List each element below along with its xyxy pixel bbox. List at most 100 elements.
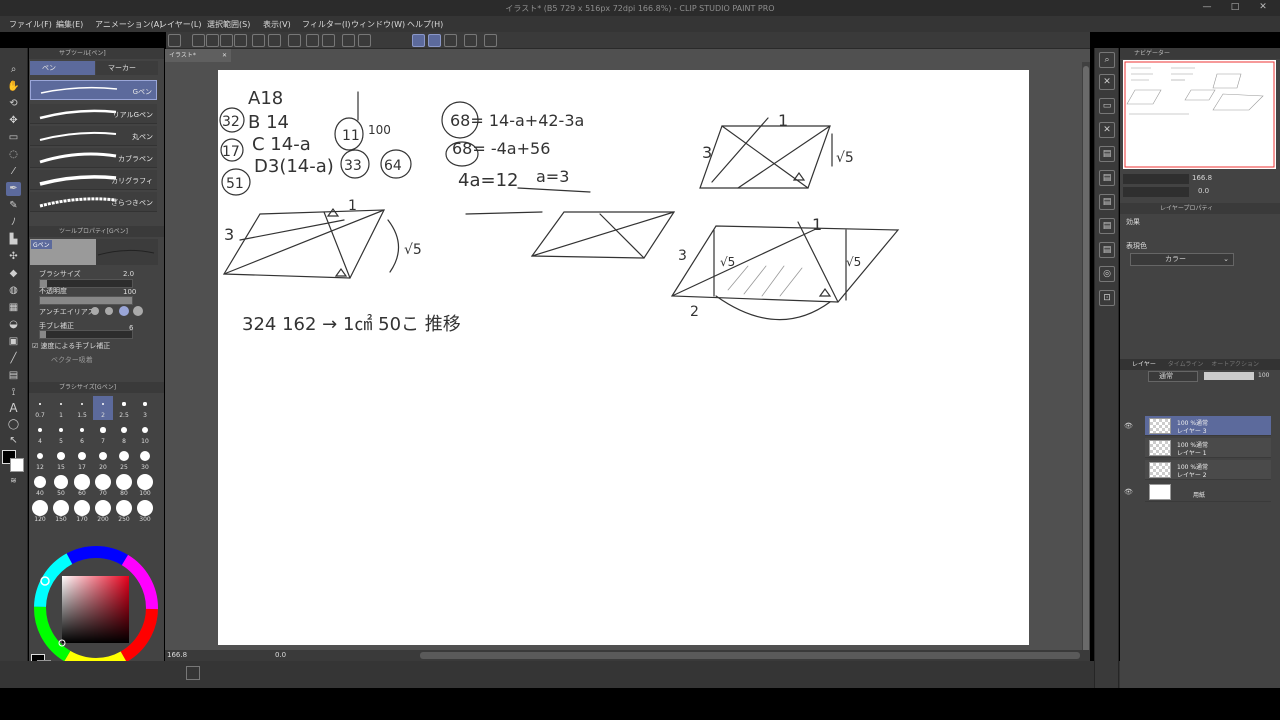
speed-stabilization-checkbox[interactable]: ☑: [32, 342, 41, 350]
brush-size-option[interactable]: 150: [51, 500, 71, 524]
brush-size-option[interactable]: 60: [72, 474, 92, 498]
brush-size-option[interactable]: 10: [135, 422, 155, 446]
snap-special-ruler-icon[interactable]: [428, 34, 441, 47]
brush-size-option[interactable]: 40: [30, 474, 50, 498]
new-file-icon[interactable]: [192, 34, 205, 47]
ruler-icon[interactable]: ▤: [6, 369, 21, 383]
panel-toggle-icon[interactable]: [186, 666, 200, 680]
brush-round-pen[interactable]: 丸ペン: [30, 126, 157, 146]
layer-opacity-value[interactable]: 100: [1258, 372, 1269, 379]
erase-selection-icon[interactable]: [288, 34, 301, 47]
brush-size-value[interactable]: 2.0: [123, 270, 134, 278]
brush-size-option[interactable]: 30: [135, 448, 155, 472]
maximize-button[interactable]: □: [1224, 2, 1246, 14]
brush-size-option[interactable]: 200: [93, 500, 113, 524]
brush-rough-pen[interactable]: ざらつきペン: [30, 192, 157, 212]
export-icon[interactable]: [234, 34, 247, 47]
tab-auto-action[interactable]: オートアクション: [1211, 361, 1259, 368]
eyedropper-icon[interactable]: ⁄: [6, 165, 21, 179]
brush-size-option[interactable]: 170: [72, 500, 92, 524]
brush-size-option[interactable]: 70: [93, 474, 113, 498]
layer-item[interactable]: 100 %通常 レイヤー 3: [1145, 416, 1271, 436]
brush-size-option[interactable]: 4: [30, 422, 50, 446]
navigator-thumbnail[interactable]: [1123, 60, 1276, 169]
navigator-zoom-value[interactable]: 166.8: [1192, 174, 1212, 182]
brush-size-option[interactable]: 3: [135, 396, 155, 420]
item-bank-icon[interactable]: ▤: [1099, 218, 1115, 234]
antialias-selector[interactable]: [91, 306, 146, 316]
navigator-angle-slider[interactable]: [1123, 187, 1189, 197]
snap-ruler-icon[interactable]: [412, 34, 425, 47]
frame-icon[interactable]: ▦: [6, 301, 21, 315]
deselect-icon[interactable]: [342, 34, 355, 47]
color-set-icon[interactable]: ▤: [1099, 242, 1115, 258]
move-icon[interactable]: ✥: [6, 114, 21, 128]
canvas-paper[interactable]: A18 B 14 C 14-a D3(14-a) 32 17 51 11 100…: [218, 70, 1029, 645]
intermediate-icon[interactable]: ◎: [1099, 266, 1115, 282]
object-icon[interactable]: ↖: [6, 434, 21, 448]
brush-size-option[interactable]: 12: [30, 448, 50, 472]
shortcut-icon[interactable]: [484, 34, 497, 47]
pen-icon[interactable]: ✒: [6, 182, 21, 196]
undo-icon[interactable]: [252, 34, 265, 47]
stabilization-slider[interactable]: [39, 330, 133, 339]
brush-size-option[interactable]: 100: [135, 474, 155, 498]
info-icon[interactable]: ✕: [1099, 122, 1115, 138]
transparent-color-icon[interactable]: ≋: [6, 474, 21, 488]
eraser-icon[interactable]: ◆: [6, 267, 21, 281]
brush-size-option[interactable]: 8: [114, 422, 134, 446]
snap-grid-icon[interactable]: [444, 34, 457, 47]
brush-size-option[interactable]: 25: [114, 448, 134, 472]
blend-icon[interactable]: ◍: [6, 284, 21, 298]
stabilization-value[interactable]: 6: [129, 324, 133, 332]
brush-size-option[interactable]: 120: [30, 500, 50, 524]
menu-file[interactable]: ファイル(F): [9, 19, 52, 30]
gradient-icon[interactable]: ▣: [6, 335, 21, 349]
fill-selection-icon[interactable]: [306, 34, 319, 47]
redo-icon[interactable]: [268, 34, 281, 47]
clip-studio-icon[interactable]: [168, 34, 181, 47]
eye-icon[interactable]: 👁: [1124, 422, 1134, 430]
menu-selection[interactable]: 選択範囲(S): [207, 19, 250, 30]
navigator-angle-value[interactable]: 0.0: [1198, 187, 1209, 195]
sub-color-swatch[interactable]: [10, 458, 24, 472]
tab-marker[interactable]: マーカー: [96, 61, 158, 75]
close-button[interactable]: ✕: [1252, 2, 1274, 14]
transform-icon[interactable]: [322, 34, 335, 47]
tab-timeline[interactable]: タイムライン: [1168, 361, 1204, 368]
brush-size-option[interactable]: 0.7: [30, 396, 50, 420]
brush-size-option[interactable]: 80: [114, 474, 134, 498]
lasso-icon[interactable]: ◌: [6, 148, 21, 162]
brush-icon[interactable]: ﾉ: [6, 216, 21, 230]
horizontal-scrollbar[interactable]: [420, 652, 1080, 659]
text-icon[interactable]: A: [6, 401, 21, 415]
brush-calligraphy[interactable]: カリグラフィ: [30, 170, 157, 190]
menu-view[interactable]: 表示(V): [263, 19, 291, 30]
balloon-icon[interactable]: ◯: [6, 418, 21, 432]
brush-kabura-pen[interactable]: カブラペン: [30, 148, 157, 168]
save-icon[interactable]: [220, 34, 233, 47]
brush-size-option[interactable]: 20: [93, 448, 113, 472]
brush-size-option[interactable]: 1.5: [72, 396, 92, 420]
menu-filter[interactable]: フィルター(I): [302, 19, 350, 30]
invert-selection-icon[interactable]: [358, 34, 371, 47]
brush-size-option[interactable]: 6: [72, 422, 92, 446]
sub-view-icon[interactable]: ▭: [1099, 98, 1115, 114]
layer-item[interactable]: 用紙: [1145, 482, 1271, 502]
history-icon[interactable]: ▤: [1099, 146, 1115, 162]
vertical-scrollbar[interactable]: [1082, 62, 1090, 657]
menu-window[interactable]: ウィンドウ(W): [351, 19, 405, 30]
open-icon[interactable]: [206, 34, 219, 47]
brush-size-option[interactable]: 2.5: [114, 396, 134, 420]
pencil-icon[interactable]: ✎: [6, 199, 21, 213]
brush-real-g-pen[interactable]: リアルGペン: [30, 104, 157, 124]
brush-size-option[interactable]: 1: [51, 396, 71, 420]
brush-size-option[interactable]: 2: [93, 396, 113, 420]
material-icon[interactable]: ✕: [1099, 74, 1115, 90]
menu-animation[interactable]: アニメーション(A): [95, 19, 162, 30]
brush-size-option[interactable]: 50: [51, 474, 71, 498]
figure-icon[interactable]: ╱: [6, 352, 21, 366]
navigator-zoom-slider[interactable]: [1123, 174, 1189, 184]
select-rect-icon[interactable]: ▭: [6, 131, 21, 145]
airbrush-icon[interactable]: ▙: [6, 233, 21, 247]
